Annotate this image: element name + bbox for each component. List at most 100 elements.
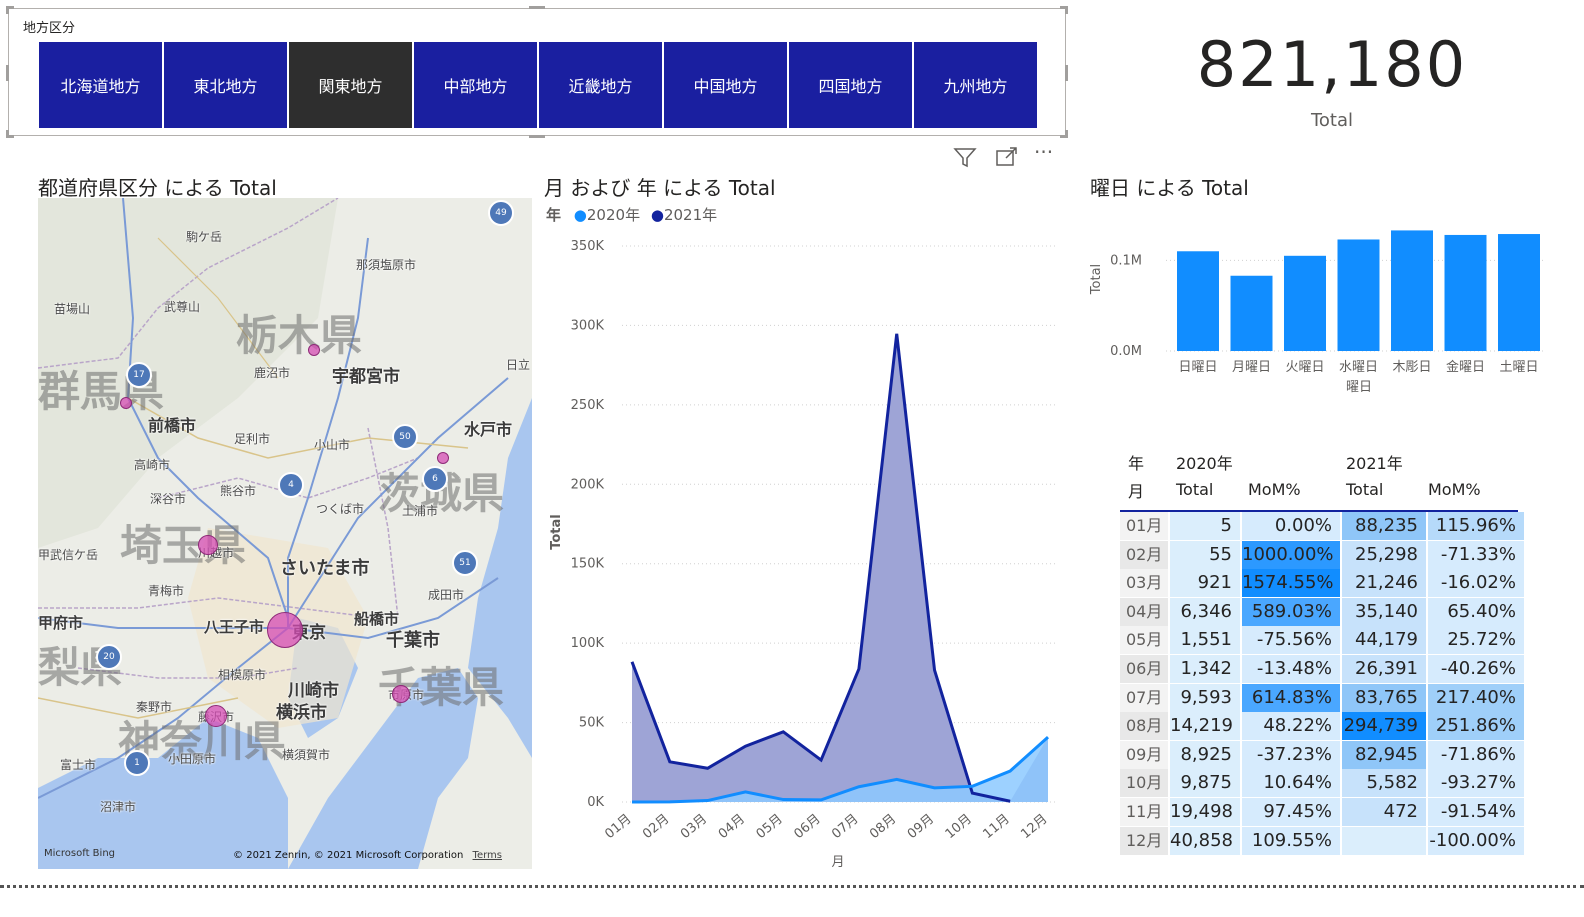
table-cell: 8,925 xyxy=(1170,740,1240,769)
y-tick-label: 0.1M xyxy=(1110,253,1142,268)
city-label: 甲府市 xyxy=(38,614,84,632)
table-cell: 1574.55% xyxy=(1242,569,1340,598)
row-header-month: 月 xyxy=(1128,482,1145,501)
bar-chart[interactable]: 0.0M 0.1M Total 日曜日 月曜日 火曜日 水曜日 木彫日 金曜日 土曜日曜日 xyxy=(1086,205,1556,400)
region-button[interactable]: 四国地方 xyxy=(789,42,912,128)
region-button[interactable]: 中部地方 xyxy=(414,42,537,128)
table-cell: 55 xyxy=(1170,540,1240,569)
bar xyxy=(1391,230,1433,351)
table-cell: 251.86% xyxy=(1428,712,1524,741)
table-cell: 25.72% xyxy=(1428,626,1524,655)
map-bubble[interactable] xyxy=(267,612,303,648)
map[interactable]: 栃木県 群馬県 茨城県 埼玉県 千葉県 神奈川県 梨県 那須塩原市 宇都宮市 鹿… xyxy=(38,198,532,869)
terms-link[interactable]: Terms xyxy=(473,850,502,861)
more-options-icon[interactable]: ··· xyxy=(1034,140,1060,166)
x-tick-label: 金曜日 xyxy=(1446,359,1485,375)
table-cell: 5 xyxy=(1170,512,1240,540)
row-label: 08月 xyxy=(1120,712,1168,741)
map-title: 都道府県区分 による Total xyxy=(38,176,277,200)
legend-2021: 2021年 xyxy=(663,206,718,224)
route-shield: 49 xyxy=(488,200,514,226)
city-label: 熊谷市 xyxy=(220,484,257,498)
table-cell: 109.55% xyxy=(1242,826,1340,855)
bar xyxy=(1177,251,1219,351)
row-label: 07月 xyxy=(1120,683,1168,712)
table-cell: -71.33% xyxy=(1428,540,1524,569)
x-tick-label: 07月 xyxy=(829,812,861,842)
table-cell: 26,391 xyxy=(1342,655,1426,683)
city-label: 相模原市 xyxy=(218,668,267,682)
map-bubble[interactable] xyxy=(205,705,227,727)
city-label: 成田市 xyxy=(428,588,465,602)
city-label: 八王子市 xyxy=(204,618,265,636)
x-axis-title: 月 xyxy=(831,855,844,870)
city-label: 深谷市 xyxy=(150,492,187,506)
region-button[interactable]: 関東地方 xyxy=(289,42,412,128)
row-label: 09月 xyxy=(1120,740,1168,769)
city-label: つくば市 xyxy=(316,502,365,516)
y-tick-label: 350K xyxy=(571,239,605,254)
table-cell: -71.86% xyxy=(1428,740,1524,769)
region-button[interactable]: 近畿地方 xyxy=(539,42,662,128)
bar xyxy=(1498,234,1540,351)
line-legend: 年 ●2020年 ●2021年 xyxy=(546,206,718,224)
x-tick-label: 日曜日 xyxy=(1178,360,1217,375)
city-label: 足利市 xyxy=(234,432,271,446)
city-label: 青梅市 xyxy=(148,584,185,598)
table-cell: 83,765 xyxy=(1342,683,1426,712)
map-bubble[interactable] xyxy=(120,397,132,409)
table-cell: 1000.00% xyxy=(1242,540,1340,569)
bar xyxy=(1444,234,1487,351)
map-bubble[interactable] xyxy=(392,685,410,703)
legend-2020: 2020年 xyxy=(586,206,641,224)
table-cell: 82,945 xyxy=(1342,740,1426,769)
table-cell: 14,219 xyxy=(1170,712,1240,741)
table-cell: 217.40% xyxy=(1428,683,1524,712)
table-cell: 21,246 xyxy=(1342,569,1426,598)
table-cell: 44,179 xyxy=(1342,626,1426,655)
row-label: 05月 xyxy=(1120,626,1168,655)
table-cell: 115.96% xyxy=(1428,512,1524,540)
matrix-table[interactable]: 年月 2020年 2021年 Total MoM% Total MoM% 01月 5 0.00% 8… xyxy=(1120,446,1524,866)
city-label: 富士市 xyxy=(60,758,97,772)
y-tick-label: 150K xyxy=(571,557,605,572)
kpi-label: Total xyxy=(1310,110,1354,131)
filter-icon[interactable] xyxy=(952,144,978,170)
region-button[interactable]: 九州地方 xyxy=(914,42,1037,128)
table-cell: 614.83% xyxy=(1242,683,1340,712)
column-header: MoM% xyxy=(1248,480,1301,499)
x-tick-label: 06月 xyxy=(791,812,823,842)
row-label: 10月 xyxy=(1120,769,1168,798)
page-divider xyxy=(0,885,1584,888)
table-cell: 9,593 xyxy=(1170,683,1240,712)
x-tick-label: 09月 xyxy=(905,812,937,842)
region-button[interactable]: 北海道地方 xyxy=(39,42,162,128)
region-button[interactable]: 中国地方 xyxy=(664,42,787,128)
y-axis-title: Total xyxy=(549,514,564,550)
map-bubble[interactable] xyxy=(198,535,218,555)
map-bubble[interactable] xyxy=(308,344,320,356)
x-tick-label: 木彫日 xyxy=(1392,360,1431,375)
focus-mode-icon[interactable] xyxy=(994,144,1020,170)
table-cell: -40.26% xyxy=(1428,655,1524,683)
city-label: 水戸市 xyxy=(464,420,513,439)
line-chart[interactable]: 0K 50K 100K 150K 200K 250K 300K 350K Total 01月 02月… xyxy=(540,232,1070,882)
y-tick-label: 300K xyxy=(571,318,605,333)
region-button[interactable]: 東北地方 xyxy=(164,42,287,128)
table-cell: 88,235 xyxy=(1342,512,1426,540)
map-bubble[interactable] xyxy=(437,452,449,464)
x-tick-label: 04月 xyxy=(716,812,748,842)
table-cell: 19,498 xyxy=(1170,798,1240,826)
route-shield: 4 xyxy=(278,472,304,498)
mountain-label: 甲武信ケ岳 xyxy=(38,548,99,562)
table-cell: 48.22% xyxy=(1242,712,1340,741)
bar xyxy=(1337,239,1380,351)
city-label: 横須賀市 xyxy=(282,748,331,762)
table-cell: -37.23% xyxy=(1242,740,1340,769)
x-tick-label: 土曜日 xyxy=(1499,360,1538,375)
y-tick-label: 100K xyxy=(571,636,605,651)
region-slicer[interactable]: 地方区分 北海道地方 東北地方 関東地方 中部地方 近畿地方 中国地方 四国地方 九州地方 xyxy=(6,6,1068,138)
area-2021 xyxy=(632,333,1048,802)
table-cell: -93.27% xyxy=(1428,769,1524,798)
y-tick-label: 0.0M xyxy=(1110,344,1142,359)
